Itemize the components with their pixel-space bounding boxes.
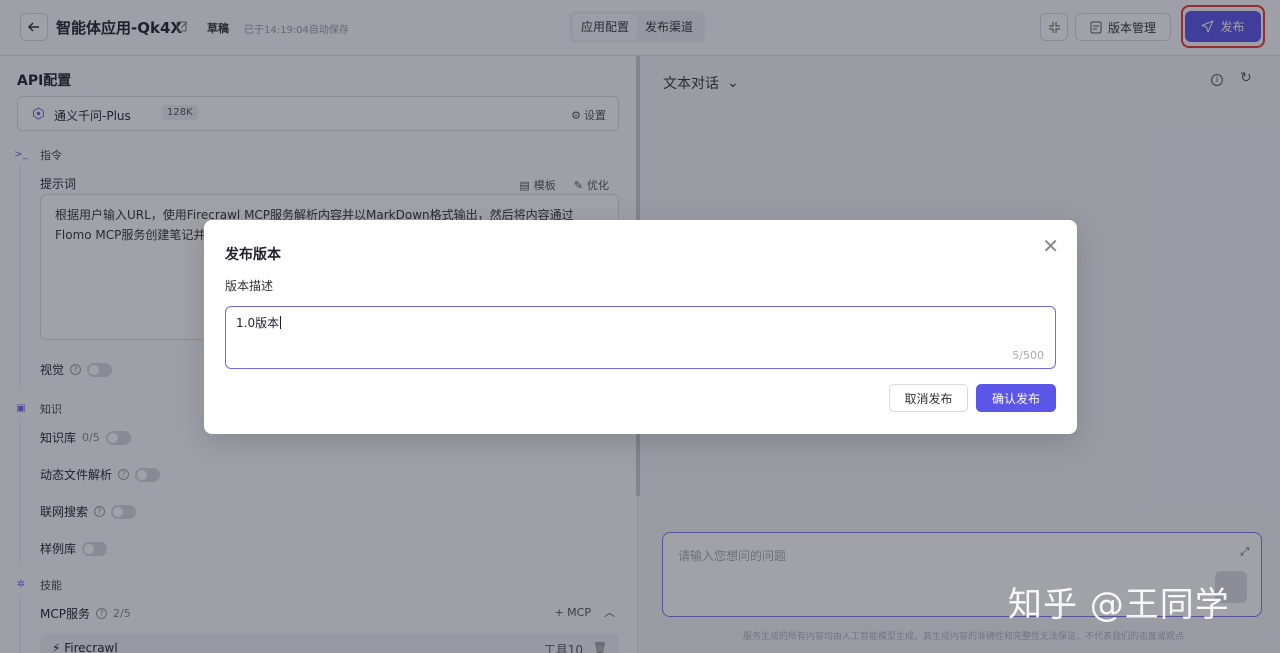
dialog-title: 发布版本 <box>225 247 281 263</box>
publish-version-dialog: 发布版本 ✕ 版本描述 1.0版本 5/500 取消发布 确认发布 <box>204 220 1077 434</box>
watermark: 知乎 @王同学 <box>1008 585 1230 625</box>
version-description-input[interactable]: 1.0版本 5/500 <box>225 306 1056 369</box>
close-icon[interactable]: ✕ <box>1042 236 1059 256</box>
confirm-publish-button[interactable]: 确认发布 <box>976 384 1056 412</box>
cancel-publish-button[interactable]: 取消发布 <box>889 384 968 412</box>
version-description-value: 1.0版本 <box>236 316 280 330</box>
character-counter: 5/500 <box>1012 349 1044 362</box>
version-description-label: 版本描述 <box>225 279 274 293</box>
